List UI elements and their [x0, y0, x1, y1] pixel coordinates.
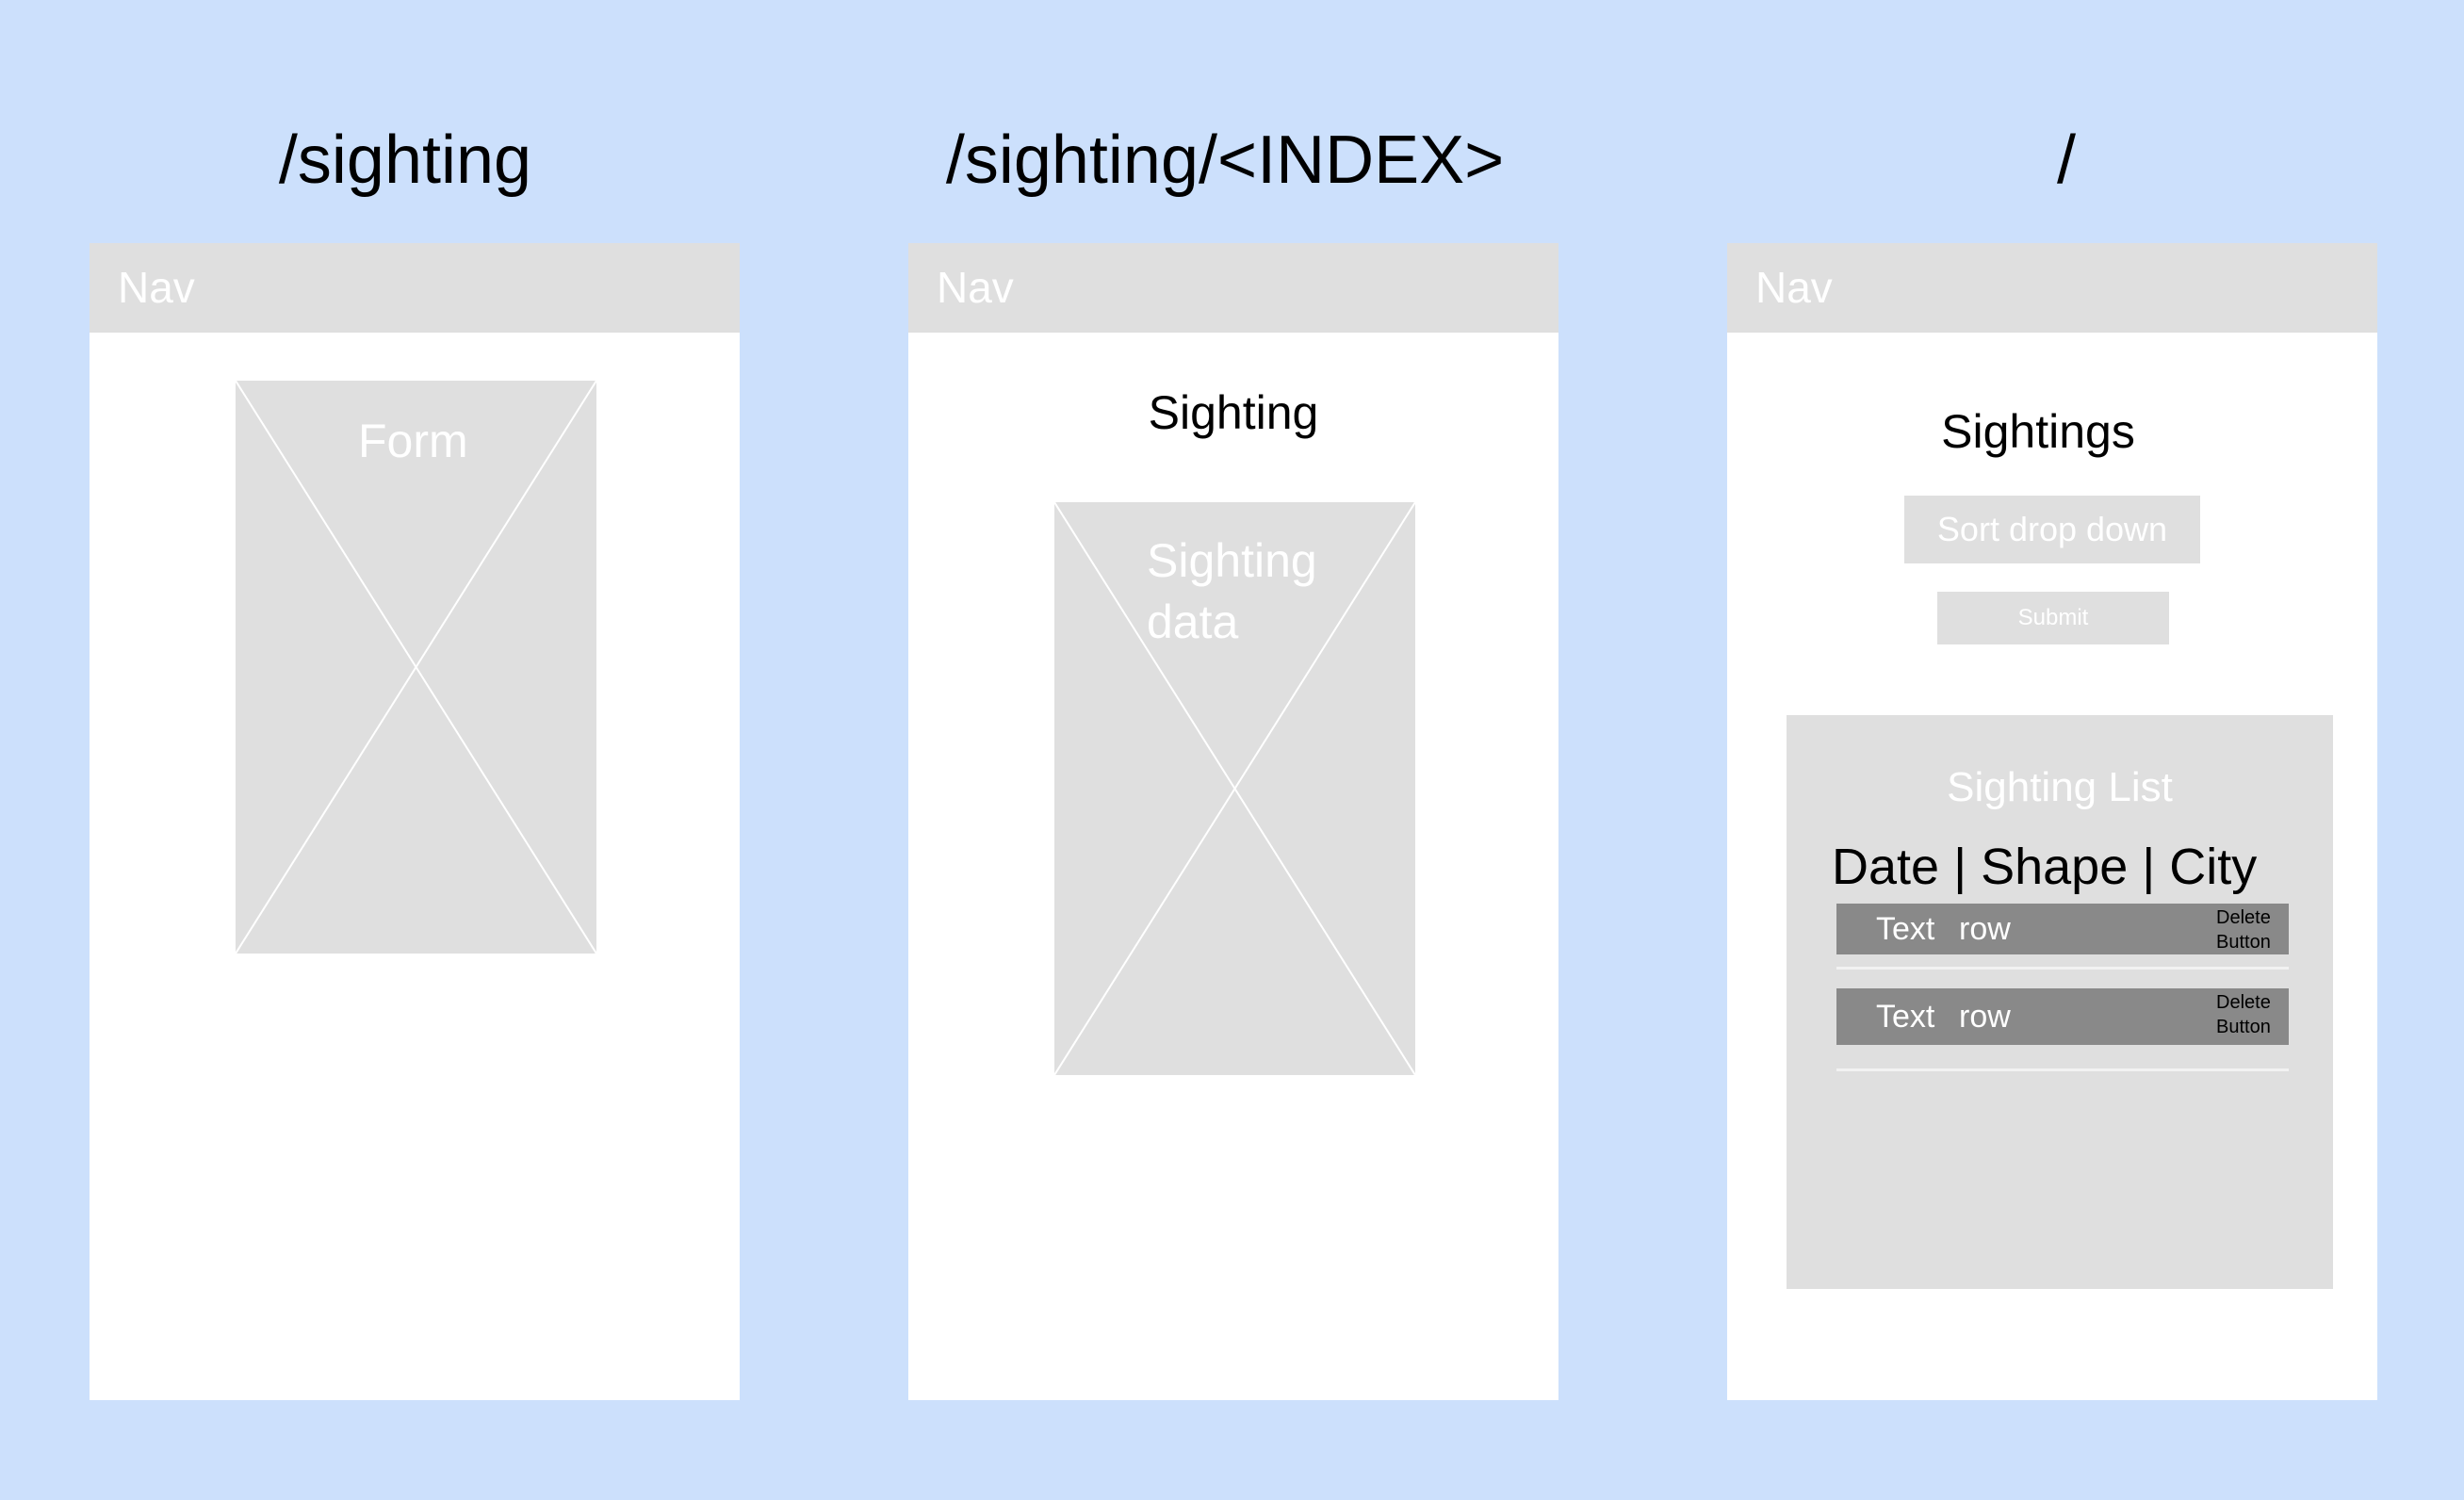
- route-title-sighting: /sighting: [278, 122, 532, 198]
- nav-label: Nav: [118, 263, 195, 312]
- nav-label: Nav: [937, 263, 1014, 312]
- nav-bar: Nav: [1727, 243, 2377, 333]
- delete-button-label-line1: Delete: [2216, 992, 2271, 1013]
- sighting-list-header: Date | Shape | City: [1832, 839, 2258, 895]
- row-divider: [1836, 1068, 2289, 1071]
- delete-button-label-line1: Delete: [2216, 907, 2271, 928]
- form-placeholder: Form: [236, 381, 596, 954]
- row-divider: [1836, 967, 2289, 970]
- sightings-heading: Sightings: [1941, 405, 2135, 458]
- route-title-root: /: [2056, 122, 2076, 198]
- submit-button[interactable]: Submit: [1937, 592, 2169, 644]
- sort-dropdown[interactable]: Sort drop down: [1904, 496, 2200, 563]
- row-text: Text: [1876, 911, 1935, 947]
- delete-button[interactable]: Delete Button: [2216, 905, 2275, 954]
- wireframe-sighting-form: Nav Form: [90, 243, 740, 1400]
- list-row: Text row Delete Button: [1836, 904, 2289, 954]
- sighting-data-label-line2: data: [1147, 595, 1239, 648]
- route-title-sighting-index: /sighting/<INDEX>: [945, 122, 1505, 198]
- row-text: Text: [1876, 999, 1935, 1035]
- sighting-data-label-line1: Sighting: [1147, 534, 1317, 587]
- row-text: row: [1959, 911, 2011, 947]
- list-row: Text row Delete Button: [1836, 988, 2289, 1045]
- nav-label: Nav: [1755, 263, 1833, 312]
- wireframe-sighting-detail: Nav Sighting Sighting data: [908, 243, 1558, 1400]
- sighting-list: Sighting List Date | Shape | City Text r…: [1787, 715, 2333, 1289]
- delete-button-label-line2: Button: [2216, 932, 2271, 953]
- wireframe-sightings-list: Nav Sightings Sort drop down Submit Sigh…: [1727, 243, 2377, 1400]
- delete-button-label-line2: Button: [2216, 1017, 2271, 1037]
- form-placeholder-label: Form: [358, 415, 468, 467]
- nav-bar: Nav: [908, 243, 1558, 333]
- sighting-list-title: Sighting List: [1947, 764, 2173, 810]
- nav-bar: Nav: [90, 243, 740, 333]
- row-text: row: [1959, 999, 2011, 1035]
- sighting-heading: Sighting: [1148, 386, 1319, 439]
- sighting-data-placeholder: Sighting data: [1054, 502, 1415, 1075]
- delete-button[interactable]: Delete Button: [2216, 990, 2275, 1039]
